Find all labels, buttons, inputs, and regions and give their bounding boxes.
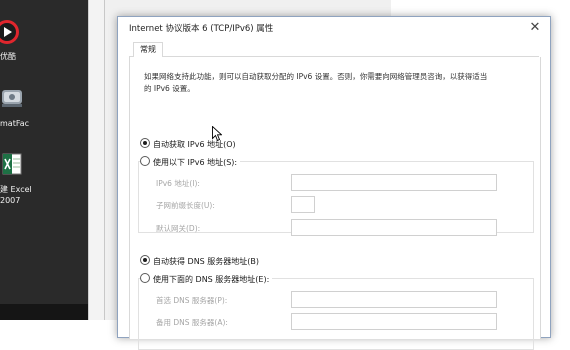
prefix-length-input[interactable]	[291, 196, 315, 213]
description-line: 的 IPv6 设置。	[144, 84, 195, 93]
radio-checked-icon[interactable]	[140, 138, 150, 148]
default-gateway-label: 默认网关(D):	[156, 224, 201, 233]
dns-auto-label: 自动获得 DNS 服务器地址(B)	[153, 257, 260, 266]
alternate-dns-label: 备用 DNS 服务器(A):	[156, 318, 228, 327]
dns-manual-label: 使用下面的 DNS 服务器地址(E):	[153, 275, 270, 284]
drive-icon[interactable]	[0, 86, 24, 110]
desktop-icon-label: 2007	[0, 196, 21, 205]
dialog-title: Internet 协议版本 6 (TCP/IPv6) 属性	[129, 24, 274, 34]
desktop-icon-label: matFac	[0, 119, 29, 128]
dns-auto-radio[interactable]: 自动获得 DNS 服务器地址(B)	[140, 255, 259, 267]
radio-unchecked-icon[interactable]	[140, 273, 150, 283]
ipv6-address-input[interactable]	[291, 174, 497, 191]
ip-manual-radio[interactable]: 使用以下 IPv6 地址(S):	[140, 156, 241, 168]
radio-unchecked-icon[interactable]	[140, 156, 150, 166]
alternate-dns-input[interactable]	[291, 313, 497, 330]
ip-auto-label: 自动获取 IPv6 地址(O)	[153, 140, 236, 149]
excel-icon[interactable]	[0, 152, 24, 176]
default-gateway-input[interactable]	[291, 219, 497, 236]
desktop-icon-label: 优酷	[0, 52, 16, 61]
taskbar	[0, 304, 88, 320]
desktop-icon-label: 建 Excel	[0, 185, 32, 194]
prefix-length-label: 子网前缀长度(U):	[156, 201, 215, 210]
desktop: 优酷 matFac 建 Excel 2007	[0, 0, 88, 320]
ipv6-address-label: IPv6 地址(I):	[156, 179, 200, 188]
description: 如果网络支持此功能，则可以自动获取分配的 IPv6 设置。否则，你需要向网络管理…	[144, 71, 524, 95]
ip-manual-label: 使用以下 IPv6 地址(S):	[153, 158, 238, 167]
close-button[interactable]: ✕	[526, 19, 544, 37]
title-bar[interactable]: Internet 协议版本 6 (TCP/IPv6) 属性 ✕	[118, 17, 550, 39]
ipv6-properties-dialog: Internet 协议版本 6 (TCP/IPv6) 属性 ✕ 常规 如果网络支…	[117, 16, 551, 350]
tab-strip: 常规	[129, 42, 539, 58]
description-line: 如果网络支持此功能，则可以自动获取分配的 IPv6 设置。否则，你需要向网络管理…	[144, 72, 488, 81]
youku-icon[interactable]	[0, 18, 20, 46]
radio-checked-icon[interactable]	[140, 255, 150, 265]
preferred-dns-label: 首选 DNS 服务器(P):	[156, 296, 228, 305]
general-page: 如果网络支持此功能，则可以自动获取分配的 IPv6 设置。否则，你需要向网络管理…	[129, 57, 541, 350]
preferred-dns-input[interactable]	[291, 291, 497, 308]
dns-manual-radio[interactable]: 使用下面的 DNS 服务器地址(E):	[140, 273, 273, 285]
mouse-cursor-icon	[212, 125, 223, 142]
tab-general[interactable]: 常规	[133, 42, 163, 58]
